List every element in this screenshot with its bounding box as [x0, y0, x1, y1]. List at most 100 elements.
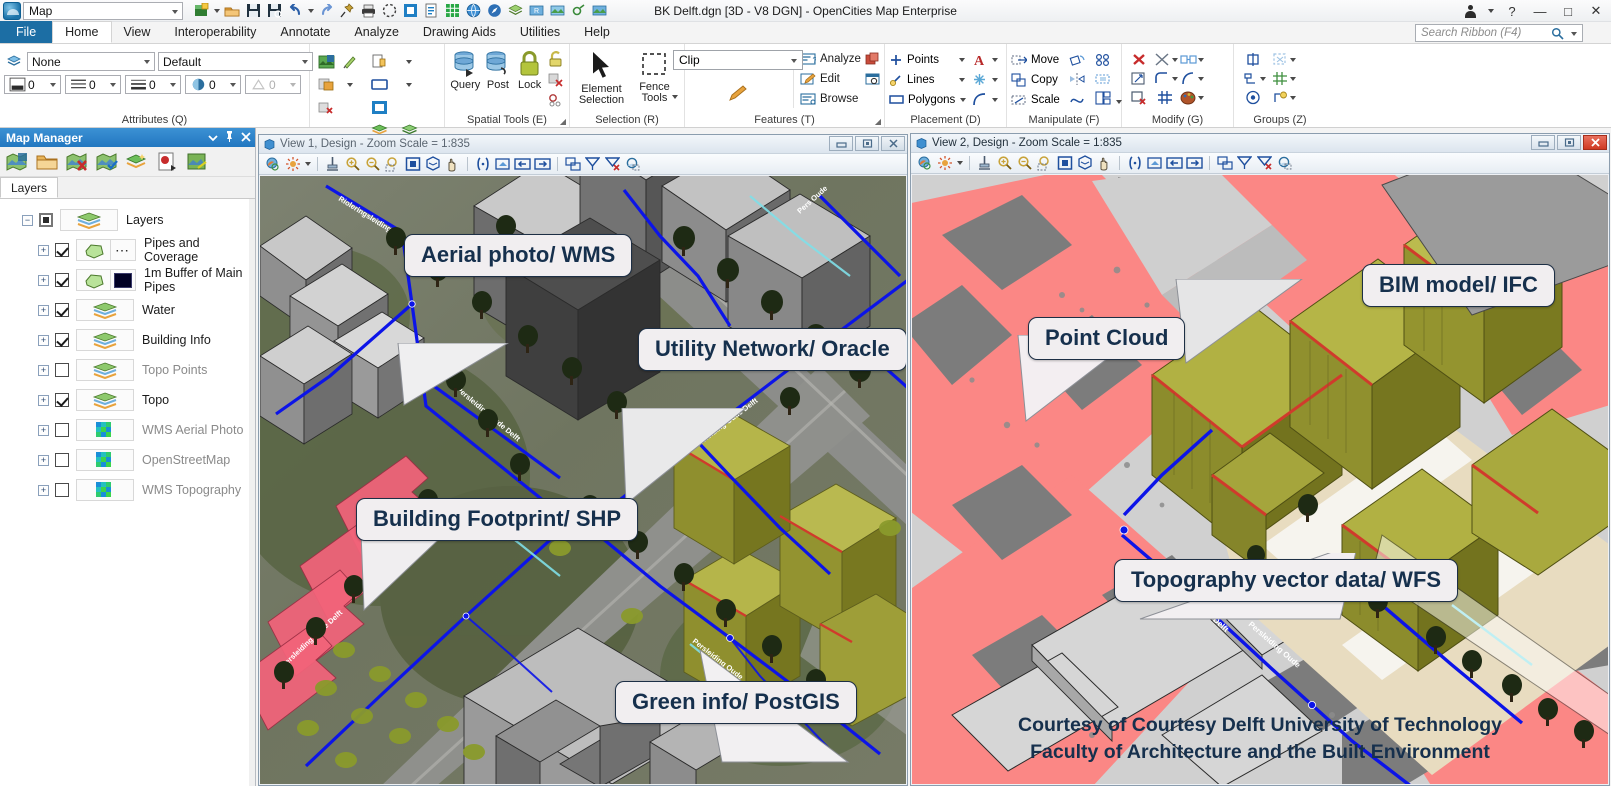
tab-analyze[interactable]: Analyze	[342, 21, 410, 43]
rotate-view-icon[interactable]	[423, 155, 442, 174]
view2-canvas[interactable]: Persleiding Oude Delft Persleiding Oude	[912, 175, 1608, 784]
place-arc-item[interactable]	[971, 90, 998, 109]
lineweight-combo[interactable]: 0	[125, 75, 181, 94]
expand-icon[interactable]: +	[38, 244, 49, 256]
delete-partial-icon[interactable]	[1129, 88, 1149, 107]
chevron-down-icon[interactable]	[306, 1, 315, 20]
copy-view-icon[interactable]	[1215, 154, 1234, 173]
maximize-icon[interactable]	[855, 136, 879, 151]
clip-mask-icon[interactable]	[1255, 154, 1274, 173]
layer-visibility-checkbox[interactable]	[55, 483, 69, 497]
place-cell-item[interactable]	[971, 70, 998, 89]
explorer-icon[interactable]	[484, 1, 504, 20]
save-as-icon[interactable]	[264, 1, 284, 20]
maximize-icon[interactable]	[1557, 135, 1581, 150]
layer-visibility-checkbox[interactable]	[39, 213, 53, 227]
clip-mask-icon[interactable]	[603, 155, 622, 174]
unlock-icon[interactable]	[545, 49, 565, 68]
expand-icon[interactable]: +	[38, 274, 49, 286]
tree-row[interactable]: + 1m Buffer of Main Pipes	[0, 265, 255, 295]
adjust-brightness-icon[interactable]	[935, 154, 954, 173]
chevron-down-icon[interactable]	[1115, 92, 1122, 111]
grid-icon[interactable]	[442, 1, 462, 20]
globe-icon[interactable]	[463, 1, 483, 20]
new-element-icon[interactable]	[369, 52, 389, 71]
layers-scrollbar[interactable]	[249, 199, 255, 786]
layer-visibility-checkbox[interactable]	[55, 303, 69, 317]
expand-icon[interactable]: +	[38, 484, 49, 496]
feature-edit-item[interactable]: Edit	[800, 70, 880, 88]
fillet-icon[interactable]	[1152, 69, 1172, 88]
close-icon[interactable]	[241, 131, 251, 145]
level-combo[interactable]: None	[27, 52, 155, 71]
display-style-icon[interactable]	[623, 155, 642, 174]
tab-file[interactable]: File	[0, 21, 53, 43]
chevron-down-icon[interactable]	[955, 154, 964, 173]
ungroup-icon[interactable]	[1270, 50, 1290, 69]
models-icon[interactable]	[316, 52, 336, 71]
remove-spatial-icon[interactable]	[545, 70, 565, 89]
expand-icon[interactable]: +	[38, 334, 49, 346]
tab-utilities[interactable]: Utilities	[508, 21, 572, 43]
redo-icon[interactable]	[316, 1, 336, 20]
spatial-settings-icon[interactable]	[545, 91, 565, 110]
spatial-tools-launcher[interactable]: ◢	[560, 117, 566, 126]
color-combo[interactable]: 0	[4, 75, 61, 94]
create-group-icon[interactable]	[1243, 50, 1263, 69]
tab-help[interactable]: Help	[572, 21, 622, 43]
post-button[interactable]: Post	[482, 48, 515, 91]
view1-title-bar[interactable]: View 1, Design - Zoom Scale = 1:835	[259, 135, 907, 154]
pan-view-icon[interactable]	[1095, 154, 1114, 173]
placement-lines-item[interactable]: Lines	[889, 70, 966, 89]
minimize-icon[interactable]: —	[1527, 1, 1553, 21]
layer-visibility-checkbox[interactable]	[55, 243, 69, 257]
zoom-in-icon[interactable]	[995, 154, 1014, 173]
zoom-out-icon[interactable]	[1015, 154, 1034, 173]
features-launcher[interactable]: ◢	[875, 117, 881, 126]
close-icon[interactable]	[1583, 135, 1607, 150]
expand-icon[interactable]: +	[38, 364, 49, 376]
search-ribbon-input[interactable]: Search Ribbon (F4)	[1415, 24, 1583, 42]
file-props-icon[interactable]	[421, 1, 441, 20]
feature-analyze-item[interactable]: ? Analyze	[800, 50, 880, 68]
close-icon[interactable]: ✕	[1583, 1, 1609, 21]
forward-icon[interactable]	[1185, 154, 1204, 173]
pin-icon[interactable]	[337, 1, 357, 20]
display-style-icon[interactable]	[1275, 154, 1294, 173]
minimize-icon[interactable]	[1531, 135, 1555, 150]
fit-view-icon[interactable]	[403, 155, 422, 174]
trim-icon[interactable]	[1152, 50, 1172, 69]
back-icon[interactable]	[513, 155, 532, 174]
chamfer-icon[interactable]	[1178, 69, 1198, 88]
pin-icon[interactable]	[225, 130, 234, 145]
view-previous-icon[interactable]	[473, 155, 492, 174]
maximize-icon[interactable]: □	[1555, 1, 1581, 21]
expand-icon[interactable]: +	[38, 454, 49, 466]
tree-row[interactable]: + ⋯ Pipes and Coverage	[0, 235, 255, 265]
chevron-down-icon[interactable]	[208, 131, 218, 145]
break-element-icon[interactable]	[1178, 50, 1198, 69]
window-area-icon[interactable]	[1035, 154, 1054, 173]
rotate-icon[interactable]	[1067, 50, 1087, 69]
layer-visibility-checkbox[interactable]	[55, 453, 69, 467]
tab-drawing-aids[interactable]: Drawing Aids	[411, 21, 508, 43]
chevron-down-icon[interactable]	[405, 52, 414, 71]
workflow-combo[interactable]: Map	[23, 1, 183, 20]
layers-new-icon[interactable]	[124, 149, 150, 175]
view-groups-icon[interactable]	[400, 1, 420, 20]
pan-view-icon[interactable]	[443, 155, 462, 174]
fit-view-icon[interactable]	[1055, 154, 1074, 173]
help-icon[interactable]: ?	[1499, 1, 1525, 21]
tree-row[interactable]: + Building Info	[0, 325, 255, 355]
clip-combo[interactable]: Clip	[673, 50, 803, 70]
chevron-down-icon[interactable]	[346, 75, 355, 94]
placement-points-item[interactable]: Points	[889, 50, 966, 69]
tab-home[interactable]: Home	[52, 21, 112, 43]
chevron-down-icon[interactable]	[1571, 32, 1577, 36]
layer-visibility-checkbox[interactable]	[55, 363, 69, 377]
manipulate-move-item[interactable]: Move	[1011, 50, 1060, 69]
query-button[interactable]: Query	[449, 48, 482, 91]
manipulate-scale-item[interactable]: Scale	[1011, 90, 1060, 109]
view-next-icon[interactable]	[1145, 154, 1164, 173]
remove-map-icon[interactable]	[64, 149, 90, 175]
